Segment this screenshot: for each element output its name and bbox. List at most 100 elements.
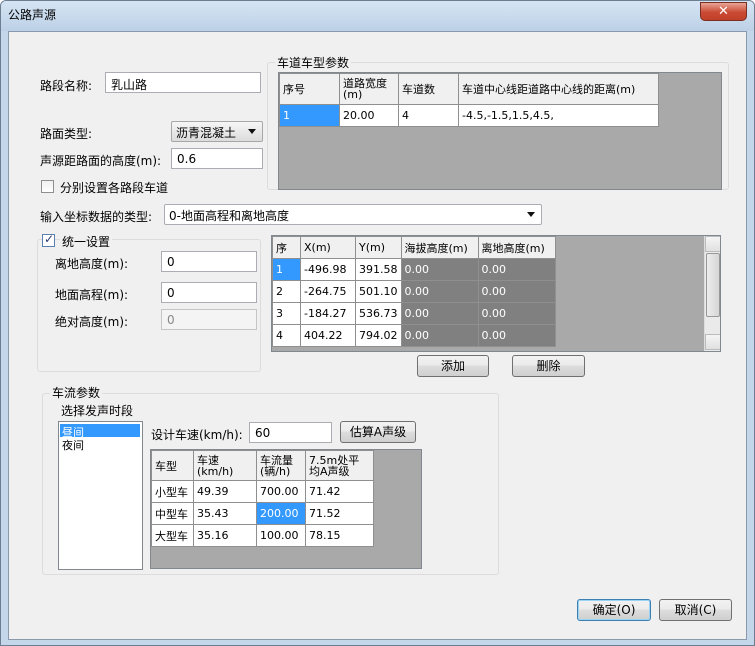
lane-cell-width[interactable]: 20.00 <box>339 104 399 127</box>
coords-cell-x[interactable]: -184.27 <box>300 302 356 325</box>
table-row[interactable]: 小型车 49.39 700.00 71.42 <box>151 480 374 503</box>
lane-header-row: 序号 道路宽度(m) 车道数 车道中心线距道路中心线的距离(m) <box>279 73 659 105</box>
separate-lanes-label: 分别设置各路段车道 <box>60 181 169 195</box>
ground-elev-input[interactable]: 0 <box>161 282 257 303</box>
lane-cell-offsets[interactable]: -4.5,-1.5,1.5,4.5, <box>458 104 659 127</box>
surface-type-select[interactable]: 沥青混凝土 <box>171 121 263 142</box>
table-row[interactable]: 大型车 35.16 100.00 78.15 <box>151 524 374 547</box>
coord-type-value: 0-地面高程和离地高度 <box>169 209 289 223</box>
coords-grid[interactable]: 序 X(m) Y(m) 海拔高度(m) 离地高度(m) 1 -496.98 39… <box>271 235 721 352</box>
cancel-button[interactable]: 取消(C) <box>659 599 732 621</box>
chevron-down-icon <box>248 129 256 134</box>
coords-cell-index[interactable]: 4 <box>272 324 301 347</box>
speed-label: 设计车速(km/h): <box>151 428 243 442</box>
lane-header-offsets: 车道中心线距道路中心线的距离(m) <box>458 73 659 105</box>
coords-cell-x[interactable]: -264.75 <box>300 280 356 303</box>
coords-cell-elevation[interactable]: 0.00 <box>400 280 479 303</box>
traffic-cell-speed[interactable]: 35.16 <box>193 524 257 547</box>
lane-cell-index[interactable]: 1 <box>279 104 340 127</box>
window-title: 公路声源 <box>8 8 57 22</box>
traffic-header-row: 车型 车速 (km/h) 车流量 (辆/h) 7.5m处平 均A声级 <box>151 450 374 481</box>
table-row[interactable]: 2 -264.75 501.10 0.00 0.00 <box>272 280 556 303</box>
surface-type-value: 沥青混凝土 <box>176 126 237 140</box>
speed-input[interactable]: 60 <box>249 422 332 443</box>
traffic-cell-flow[interactable]: 200.00 <box>256 502 306 525</box>
coords-cell-index[interactable]: 3 <box>272 302 301 325</box>
dialog-client: 路段名称: 乳山路 路面类型: 沥青混凝土 声源距路面的高度(m): 0.6 分… <box>8 31 747 640</box>
table-row[interactable]: 1 20.00 4 -4.5,-1.5,1.5,4.5, <box>279 104 659 127</box>
unify-label: 统一设置 <box>60 233 113 250</box>
coords-cell-y[interactable]: 391.58 <box>355 258 402 281</box>
list-item[interactable]: 夜间 <box>60 437 140 452</box>
traffic-grid[interactable]: 车型 车速 (km/h) 车流量 (辆/h) 7.5m处平 均A声级 小型车 4… <box>150 449 422 569</box>
lane-header-lanes: 车道数 <box>398 73 459 105</box>
coords-header-y: Y(m) <box>355 236 402 259</box>
list-item[interactable]: 昼间 <box>60 424 140 439</box>
traffic-cell-level[interactable]: 71.42 <box>305 480 374 503</box>
coords-cell-index[interactable]: 2 <box>272 280 301 303</box>
coord-type-select[interactable]: 0-地面高程和离地高度 <box>164 204 542 225</box>
scroll-up-icon[interactable] <box>705 236 720 252</box>
coords-cell-y[interactable]: 501.10 <box>355 280 402 303</box>
estimate-button[interactable]: 估算A声级 <box>340 421 416 443</box>
traffic-header-flow: 车流量 (辆/h) <box>256 450 306 481</box>
unify-checkbox[interactable]: ✓ <box>42 232 55 247</box>
traffic-cell-speed[interactable]: 35.43 <box>193 502 257 525</box>
traffic-cell-flow[interactable]: 700.00 <box>256 480 306 503</box>
separate-lanes-checkbox[interactable] <box>41 180 54 193</box>
add-point-button[interactable]: 添加 <box>417 355 489 377</box>
ok-button[interactable]: 确定(O) <box>577 599 651 621</box>
table-row[interactable]: 3 -184.27 536.73 0.00 0.00 <box>272 302 556 325</box>
table-row[interactable]: 中型车 35.43 200.00 71.52 <box>151 502 374 525</box>
checkmark-icon: ✓ <box>44 232 55 246</box>
traffic-cell-type: 中型车 <box>151 502 194 525</box>
delete-point-button[interactable]: 删除 <box>512 355 585 377</box>
traffic-cell-flow[interactable]: 100.00 <box>256 524 306 547</box>
close-button[interactable]: ✕ <box>700 2 747 21</box>
coords-scrollbar[interactable] <box>704 236 720 351</box>
coords-cell-y[interactable]: 794.02 <box>355 324 402 347</box>
ground-height-label: 离地高度(m): <box>55 257 129 271</box>
traffic-cell-speed[interactable]: 49.39 <box>193 480 257 503</box>
coords-cell-x[interactable]: 404.22 <box>300 324 356 347</box>
source-height-label: 声源距路面的高度(m): <box>40 154 162 168</box>
coords-cell-ground[interactable]: 0.00 <box>477 258 556 281</box>
road-name-input[interactable]: 乳山路 <box>105 72 261 93</box>
traffic-cell-level[interactable]: 78.15 <box>305 524 374 547</box>
traffic-header-level: 7.5m处平 均A声级 <box>305 450 374 481</box>
coords-cell-x[interactable]: -496.98 <box>300 258 356 281</box>
coords-header-elevation: 海拔高度(m) <box>400 236 479 259</box>
traffic-cell-level[interactable]: 71.52 <box>305 502 374 525</box>
traffic-header-type: 车型 <box>151 450 194 481</box>
coord-type-label: 输入坐标数据的类型: <box>40 210 153 224</box>
table-row[interactable]: 1 -496.98 391.58 0.00 0.00 <box>272 258 556 281</box>
coords-cell-y[interactable]: 536.73 <box>355 302 402 325</box>
scroll-down-icon[interactable] <box>705 334 720 350</box>
period-label: 选择发声时段 <box>61 404 134 418</box>
coords-cell-ground[interactable]: 0.00 <box>477 302 556 325</box>
traffic-cell-type: 大型车 <box>151 524 194 547</box>
table-row[interactable]: 4 404.22 794.02 0.00 0.00 <box>272 324 556 347</box>
title-bar: 公路声源 ✕ <box>1 1 754 31</box>
lane-cell-lanes[interactable]: 4 <box>398 104 459 127</box>
source-height-input[interactable]: 0.6 <box>171 148 263 169</box>
coords-cell-elevation[interactable]: 0.00 <box>400 324 479 347</box>
scroll-thumb[interactable] <box>706 253 720 317</box>
coords-cell-ground[interactable]: 0.00 <box>477 280 556 303</box>
traffic-table: 车型 车速 (km/h) 车流量 (辆/h) 7.5m处平 均A声级 小型车 4… <box>151 450 374 547</box>
abs-height-input: 0 <box>161 309 257 330</box>
coords-cell-elevation[interactable]: 0.00 <box>400 258 479 281</box>
lane-header-index: 序号 <box>279 73 340 105</box>
chevron-down-icon <box>527 212 535 217</box>
coords-cell-ground[interactable]: 0.00 <box>477 324 556 347</box>
coords-header-row: 序 X(m) Y(m) 海拔高度(m) 离地高度(m) <box>272 236 556 259</box>
lane-header-width: 道路宽度(m) <box>339 73 399 105</box>
lane-grid[interactable]: 序号 道路宽度(m) 车道数 车道中心线距道路中心线的距离(m) 1 20.00… <box>278 72 722 190</box>
traffic-group-title: 车流参数 <box>50 384 103 401</box>
coords-cell-index[interactable]: 1 <box>272 258 301 281</box>
coords-cell-elevation[interactable]: 0.00 <box>400 302 479 325</box>
coords-header-ground: 离地高度(m) <box>477 236 556 259</box>
period-listbox[interactable]: 昼间 夜间 <box>58 421 143 570</box>
coords-header-x: X(m) <box>300 236 356 259</box>
ground-height-input[interactable]: 0 <box>161 251 257 272</box>
